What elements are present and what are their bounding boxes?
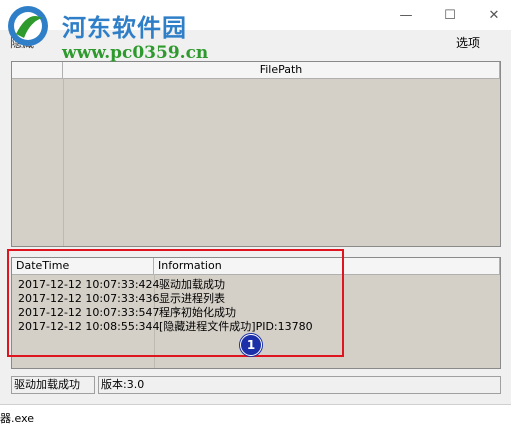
- status-version: 版本:3.0: [98, 376, 501, 394]
- watermark-title: 河东软件园: [62, 13, 187, 42]
- highlight-box: [7, 249, 344, 357]
- file-list-header: FilePath: [12, 62, 500, 79]
- column-divider: [63, 78, 64, 246]
- maximize-button[interactable]: ☐: [430, 0, 470, 30]
- exe-name: 器.exe: [0, 412, 35, 425]
- taskbar-strip: 器.exe: [0, 404, 511, 429]
- column-header-blank[interactable]: [12, 62, 63, 78]
- status-message: 驱动加载成功: [11, 376, 95, 394]
- step-badge: 1: [240, 334, 262, 356]
- menu-item-options[interactable]: 选项: [456, 34, 480, 51]
- minimize-button[interactable]: —: [386, 0, 426, 30]
- file-list[interactable]: FilePath: [11, 61, 501, 247]
- site-logo-icon: [8, 6, 48, 46]
- watermark-url: www.pc0359.cn: [62, 43, 209, 63]
- close-button[interactable]: ✕: [474, 0, 511, 30]
- column-header-filepath[interactable]: FilePath: [63, 62, 500, 78]
